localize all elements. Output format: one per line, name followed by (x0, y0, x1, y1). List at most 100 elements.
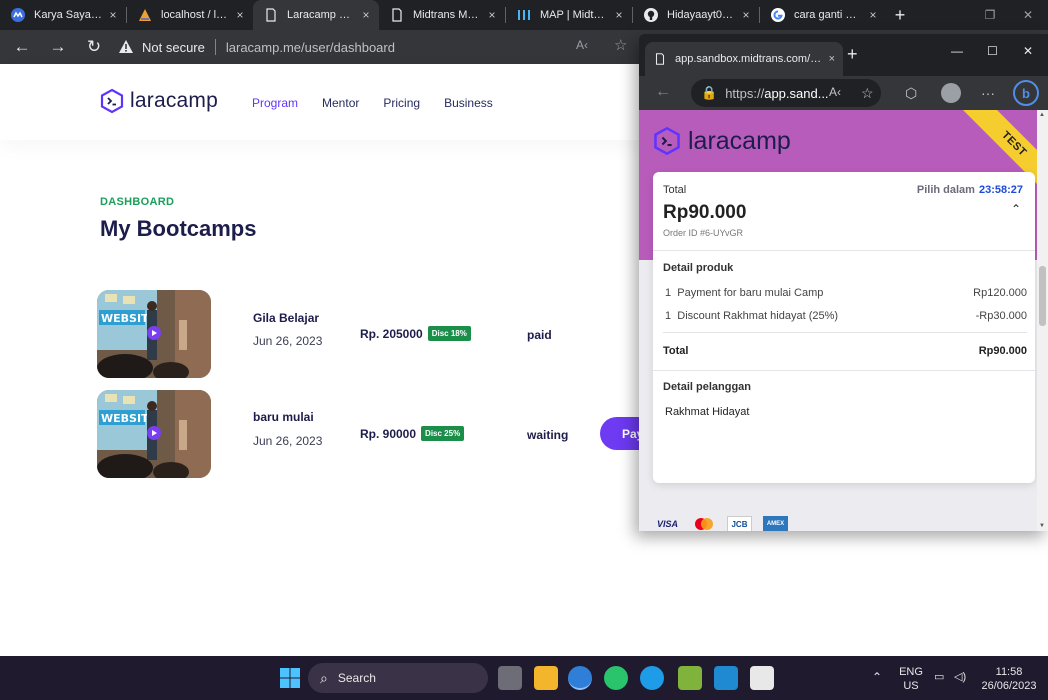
popup-scrollbar[interactable]: ▲ ▼ (1037, 110, 1048, 531)
warning-icon (119, 40, 133, 53)
favorite-star-icon[interactable]: ☆ (614, 36, 627, 54)
read-aloud-icon[interactable]: A‹ (576, 38, 588, 52)
tab-github[interactable]: Hidayaayt09/cla × (633, 0, 759, 30)
item-price: -Rp30.000 (975, 310, 1027, 322)
close-icon[interactable]: × (612, 8, 626, 22)
scrollbar-thumb[interactable] (1039, 266, 1046, 326)
taskbar-search[interactable]: ⌕ Search (308, 663, 488, 693)
visa-icon: VISA (656, 519, 678, 529)
task-view-icon[interactable] (498, 666, 522, 690)
minimize-icon[interactable]: — (951, 44, 963, 58)
phpmyadmin-icon (137, 7, 153, 23)
close-icon[interactable]: × (233, 8, 247, 22)
vscode-icon[interactable] (714, 666, 738, 690)
forward-arrow-icon[interactable]: → (40, 30, 76, 64)
app-icon[interactable] (640, 666, 664, 690)
close-icon[interactable]: × (106, 8, 120, 22)
app-icon[interactable] (750, 666, 774, 690)
menu-program[interactable]: Program (252, 96, 298, 110)
reload-icon[interactable]: ↻ (76, 30, 112, 64)
jcb-icon: JCB (727, 516, 752, 531)
scroll-up-icon[interactable]: ▲ (1039, 112, 1045, 118)
close-icon[interactable]: × (359, 8, 373, 22)
close-icon[interactable]: × (866, 8, 880, 22)
page-icon (389, 7, 405, 23)
popup-tab-strip: app.sandbox.midtrans.com/snap/ × + — ☐ ✕ (639, 34, 1048, 76)
detail-produk-heading: Detail produk (663, 262, 734, 274)
chevron-up-icon[interactable]: ⌃ (872, 670, 882, 684)
bootcamp-price: Rp. 90000 Disc 25% (360, 426, 465, 441)
tab-map-midtrans[interactable]: MAP | Midtrans × (506, 0, 632, 30)
amex-icon: AMEX (763, 516, 788, 531)
new-tab-button[interactable]: + (886, 0, 914, 30)
clock[interactable]: 11:58 26/06/2023 (978, 665, 1040, 693)
menu-mentor[interactable]: Mentor (322, 96, 359, 110)
tab-laracamp[interactable]: Laracamp by Bui × (253, 0, 379, 30)
tab-title: Hidayaayt09/cla (667, 9, 735, 21)
tab-karya-saya[interactable]: Karya Saya | Buil × (0, 0, 126, 30)
popup-tab[interactable]: app.sandbox.midtrans.com/snap/ × (645, 42, 843, 76)
bing-icon[interactable]: b (1013, 80, 1039, 106)
tab-title: MAP | Midtrans (540, 9, 608, 21)
restore-window-icon[interactable]: ❐ (970, 0, 1010, 30)
network-icon[interactable]: ▭ (934, 670, 944, 684)
favorite-star-icon[interactable]: ☆ (861, 85, 874, 102)
back-arrow-icon[interactable]: ← (655, 83, 671, 101)
browser-tab-strip: Karya Saya | Buil × localhost / localh ×… (0, 0, 1048, 30)
product-line: 1 Discount Rakhmat hidayat (25%) -Rp30.0… (665, 310, 1027, 322)
clock-time: 11:58 (995, 666, 1023, 678)
close-window-icon[interactable]: ✕ (1008, 0, 1048, 30)
read-aloud-icon[interactable]: A‹ (829, 85, 841, 99)
bootcamp-row: WEBSITE Gila Belajar Jun 26, 2023 Rp. 20… (97, 290, 657, 378)
scroll-down-icon[interactable]: ▼ (1039, 523, 1045, 529)
bootcamp-row: WEBSITE baru mulai Jun 26, 2023 Rp. 9000… (97, 390, 680, 478)
total-row: Total Rp90.000 (663, 345, 1027, 357)
volume-icon[interactable]: ◁) (954, 670, 966, 684)
popup-address-bar[interactable]: 🔒 https://app.sand... (691, 79, 881, 107)
menu-pricing[interactable]: Pricing (383, 96, 420, 110)
address-bar[interactable]: Not secure laracamp.me/user/dashboard (118, 33, 638, 61)
item-name: Payment for baru mulai Camp (677, 287, 824, 299)
tab-midtrans-mock[interactable]: Midtrans Mock I × (379, 0, 505, 30)
lang-bottom: US (903, 680, 919, 692)
close-window-icon[interactable]: ✕ (1023, 44, 1033, 58)
menu-business[interactable]: Business (444, 96, 493, 110)
whatsapp-icon[interactable] (604, 666, 628, 690)
xampp-icon[interactable] (678, 666, 702, 690)
search-icon: ⌕ (320, 669, 328, 686)
new-tab-button[interactable]: + (847, 44, 858, 65)
profile-avatar[interactable] (941, 83, 961, 103)
extensions-icon[interactable]: ⬡ (905, 85, 917, 102)
countdown: Pilih dalam 23:58:27 (917, 184, 1023, 196)
close-icon[interactable]: × (485, 8, 499, 22)
language-indicator[interactable]: ENG US (898, 665, 924, 693)
bootcamp-thumbnail[interactable]: WEBSITE (97, 290, 211, 378)
back-arrow-icon[interactable]: ← (4, 30, 40, 64)
logo-text: laracamp (130, 89, 218, 112)
url-text[interactable]: laracamp.me/user/dashboard (226, 40, 395, 55)
more-menu-icon[interactable]: ··· (981, 85, 995, 101)
close-icon[interactable]: × (739, 8, 753, 22)
price-value: Rp. 205000 (360, 326, 423, 341)
tab-localhost[interactable]: localhost / localh × (127, 0, 253, 30)
bootcamp-name: baru mulai (253, 410, 314, 424)
detail-pelanggan-heading: Detail pelanggan (663, 381, 752, 393)
close-icon[interactable]: × (829, 53, 835, 65)
bootcamp-thumbnail[interactable]: WEBSITE (97, 390, 211, 478)
tab-title: cara ganti ukura (794, 9, 862, 21)
order-summary-card: Total Pilih dalam 23:58:27 Rp90.000 ⌃ Ord… (653, 172, 1035, 483)
laracamp-logo[interactable]: laracamp (100, 88, 218, 114)
midtrans-icon (10, 7, 26, 23)
windows-start-icon[interactable] (278, 666, 302, 690)
maximize-icon[interactable]: ☐ (987, 44, 998, 58)
main-menu: Program Mentor Pricing Business (252, 96, 493, 110)
lock-icon: 🔒 (701, 85, 718, 100)
midtrans-popup-window: app.sandbox.midtrans.com/snap/ × + — ☐ ✕… (639, 34, 1048, 531)
file-explorer-icon[interactable] (534, 666, 558, 690)
countdown-timer: 23:58:27 (978, 184, 1023, 196)
product-line: 1 Payment for baru mulai Camp Rp120.000 (665, 287, 1027, 299)
edge-icon[interactable] (568, 666, 592, 690)
tab-google[interactable]: cara ganti ukura × (760, 0, 886, 30)
chevron-up-icon[interactable]: ⌃ (1011, 202, 1021, 216)
not-secure-label[interactable]: Not secure (142, 40, 205, 55)
